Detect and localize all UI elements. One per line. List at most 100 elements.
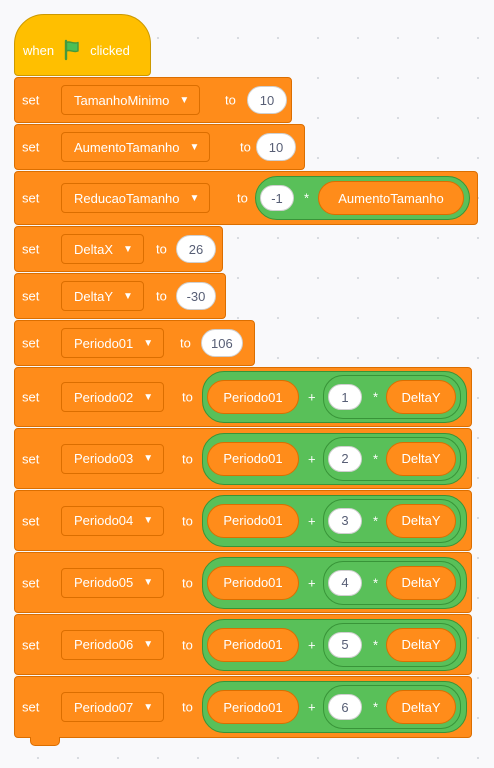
value-input[interactable]: 10 [247,86,287,114]
set-aumento-tamanho-block[interactable]: set AumentoTamanho ▼ to 10 [14,124,305,170]
variable-reporter[interactable]: DeltaY [386,380,456,414]
to-keyword: to [156,241,167,257]
to-keyword: to [182,637,193,652]
add-operator[interactable]: Periodo01 + 5 * DeltaY [202,618,467,671]
operand-input[interactable]: 1 [328,384,362,410]
variable-name: TamanhoMinimo [74,92,170,108]
variable-dropdown[interactable]: ReducaoTamanho ▼ [61,183,211,213]
set-periodo07-block[interactable]: set Periodo07 ▼ to Periodo01 + 6 * Delta… [14,676,472,746]
variable-name: DeltaX [74,241,114,257]
to-keyword: to [225,92,236,108]
chevron-down-icon: ▼ [143,639,154,650]
variable-dropdown[interactable]: Periodo07 ▼ [61,692,165,722]
plus-symbol: + [308,575,316,590]
variable-reporter[interactable]: DeltaY [386,441,456,476]
variable-dropdown[interactable]: Periodo03 ▼ [61,443,165,474]
multiply-operator[interactable]: 3 * DeltaY [323,498,461,543]
variable-reporter[interactable]: Periodo01 [207,380,299,414]
variable-reporter[interactable]: Periodo01 [207,503,299,538]
variable-name: Periodo03 [74,451,134,466]
set-delta-x-block[interactable]: set DeltaX ▼ to 26 [14,226,223,272]
set-periodo02-block[interactable]: set Periodo02 ▼ to Periodo01 + 1 * Delta… [14,367,472,427]
multiply-operator[interactable]: 4 * DeltaY [323,560,461,605]
variable-name: Periodo02 [74,389,134,405]
set-keyword: set [22,190,40,206]
set-periodo06-block[interactable]: set Periodo06 ▼ to Periodo01 + 5 * Delta… [14,614,472,675]
variable-dropdown[interactable]: TamanhoMinimo ▼ [61,85,201,115]
variable-dropdown[interactable]: Periodo06 ▼ [61,629,165,660]
add-operator[interactable]: Periodo01 + 3 * DeltaY [202,494,467,547]
add-operator[interactable]: Periodo01 + 4 * DeltaY [202,556,467,609]
variable-name: AumentoTamanho [74,139,180,155]
chevron-down-icon: ▼ [143,453,154,464]
to-keyword: to [156,288,167,304]
set-periodo04-block[interactable]: set Periodo04 ▼ to Periodo01 + 3 * Delta… [14,490,472,551]
multiply-operator[interactable]: 2 * DeltaY [323,436,461,481]
set-keyword: set [22,288,40,304]
chevron-down-icon: ▼ [143,577,154,588]
multiply-operator[interactable]: 1 * DeltaY [323,375,461,419]
variable-reporter[interactable]: Periodo01 [207,627,299,662]
variable-name: Periodo06 [74,637,134,652]
variable-reporter[interactable]: DeltaY [386,503,456,538]
variable-dropdown[interactable]: AumentoTamanho ▼ [61,132,211,162]
plus-symbol: + [308,513,316,528]
chevron-down-icon: ▼ [189,192,200,204]
add-operator[interactable]: Periodo01 + 1 * DeltaY [202,371,467,423]
plus-symbol: + [308,451,316,466]
operand-input[interactable]: 2 [328,445,362,472]
variable-reporter[interactable]: DeltaY [386,627,456,662]
plus-symbol: + [308,699,316,715]
when-flag-clicked-block[interactable]: when clicked [14,14,151,76]
variable-reporter[interactable]: Periodo01 [207,690,299,724]
multiply-symbol: * [373,637,379,652]
set-periodo03-block[interactable]: set Periodo03 ▼ to Periodo01 + 2 * Delta… [14,428,472,489]
variable-reporter[interactable]: AumentoTamanho [318,181,464,215]
set-tamanho-minimo-block[interactable]: set TamanhoMinimo ▼ to 10 [14,77,292,123]
multiply-operator[interactable]: 6 * DeltaY [323,685,461,729]
script-stack[interactable]: when clicked set TamanhoMinimo ▼ to 10 s… [14,0,494,768]
chevron-down-icon: ▼ [123,243,133,255]
variable-dropdown[interactable]: Periodo01 ▼ [61,328,165,358]
chevron-down-icon: ▼ [143,391,154,403]
plus-symbol: + [308,389,316,405]
variable-dropdown[interactable]: DeltaX ▼ [61,234,144,264]
variable-dropdown[interactable]: Periodo04 ▼ [61,505,165,536]
chevron-down-icon: ▼ [189,141,200,153]
operand-input[interactable]: 3 [328,507,362,534]
variable-name: ReducaoTamanho [74,190,180,206]
operand-input[interactable]: 4 [328,569,362,596]
variable-reporter[interactable]: Periodo01 [207,565,299,600]
value-input[interactable]: 106 [201,329,243,357]
value-input[interactable]: 26 [176,235,216,263]
variable-name: Periodo01 [74,335,134,351]
variable-dropdown[interactable]: Periodo02 ▼ [61,382,165,412]
variable-reporter[interactable]: DeltaY [386,690,456,724]
add-operator[interactable]: Periodo01 + 6 * DeltaY [202,681,467,733]
multiply-symbol: * [373,389,379,405]
chevron-down-icon: ▼ [179,94,190,106]
value-input[interactable]: -30 [176,282,216,310]
set-keyword: set [22,699,40,715]
variable-dropdown[interactable]: DeltaY ▼ [61,281,144,311]
set-delta-y-block[interactable]: set DeltaY ▼ to -30 [14,273,226,319]
variable-dropdown[interactable]: Periodo05 ▼ [61,567,165,598]
variable-reporter[interactable]: DeltaY [386,565,456,600]
variable-name: Periodo07 [74,699,134,715]
variable-name: DeltaY [74,288,114,304]
set-reducao-tamanho-block[interactable]: set ReducaoTamanho ▼ to -1 * AumentoTama… [14,171,478,225]
operand-input[interactable]: -1 [260,185,294,211]
set-periodo01-block[interactable]: set Periodo01 ▼ to 106 [14,320,255,366]
operand-input[interactable]: 6 [328,694,362,720]
multiply-operator[interactable]: 5 * DeltaY [323,622,461,667]
to-keyword: to [182,389,193,405]
variable-reporter[interactable]: Periodo01 [207,441,299,476]
value-input[interactable]: 10 [256,133,296,161]
block-bottom-notch [30,737,60,746]
set-keyword: set [22,513,40,528]
add-operator[interactable]: Periodo01 + 2 * DeltaY [202,432,467,485]
set-keyword: set [22,241,40,257]
operand-input[interactable]: 5 [328,631,362,658]
multiply-operator[interactable]: -1 * AumentoTamanho [255,176,470,220]
set-periodo05-block[interactable]: set Periodo05 ▼ to Periodo01 + 4 * Delta… [14,552,472,613]
